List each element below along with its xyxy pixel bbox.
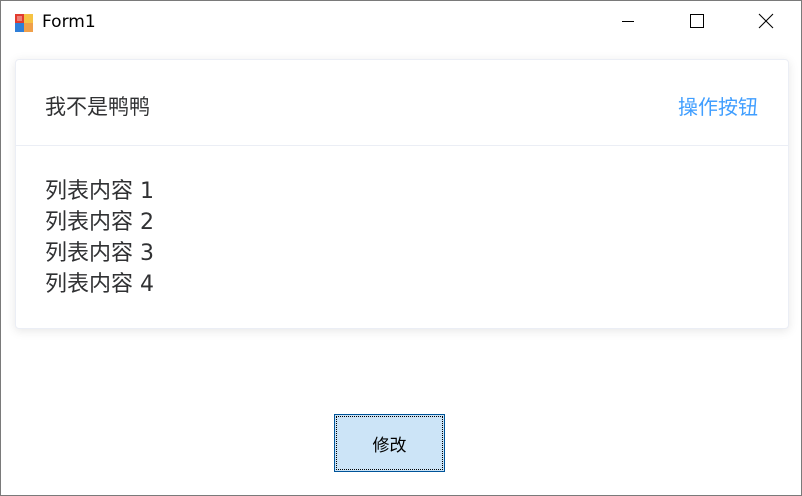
window-title: Form1 xyxy=(42,12,96,32)
list-item: 列表内容 4 xyxy=(45,272,154,297)
app-icon xyxy=(14,13,34,33)
list-item: 列表内容 1 xyxy=(45,179,154,204)
card-action-button[interactable]: 操作按钮 xyxy=(678,91,758,120)
card-body: 列表内容 1 列表内容 2 列表内容 3 列表内容 4 xyxy=(45,176,154,300)
close-icon xyxy=(758,13,774,33)
modify-button[interactable]: 修改 xyxy=(334,414,445,472)
maximize-button[interactable] xyxy=(662,1,732,45)
list-item: 列表内容 2 xyxy=(45,210,154,235)
card-title: 我不是鸭鸭 xyxy=(45,95,150,119)
minimize-icon xyxy=(620,13,636,33)
close-button[interactable] xyxy=(731,1,801,45)
list-item: 列表内容 3 xyxy=(45,241,154,266)
card-header: 我不是鸭鸭 操作按钮 xyxy=(16,60,788,146)
title-bar[interactable]: Form1 xyxy=(1,1,801,45)
minimize-button[interactable] xyxy=(593,1,663,45)
app-window: Form1 我不是鸭鸭 操作按钮 列表内容 1 列表内容 2 列表内容 3 列表… xyxy=(0,0,802,496)
content-card: 我不是鸭鸭 操作按钮 列表内容 1 列表内容 2 列表内容 3 列表内容 4 xyxy=(15,59,789,329)
maximize-icon xyxy=(689,13,705,33)
